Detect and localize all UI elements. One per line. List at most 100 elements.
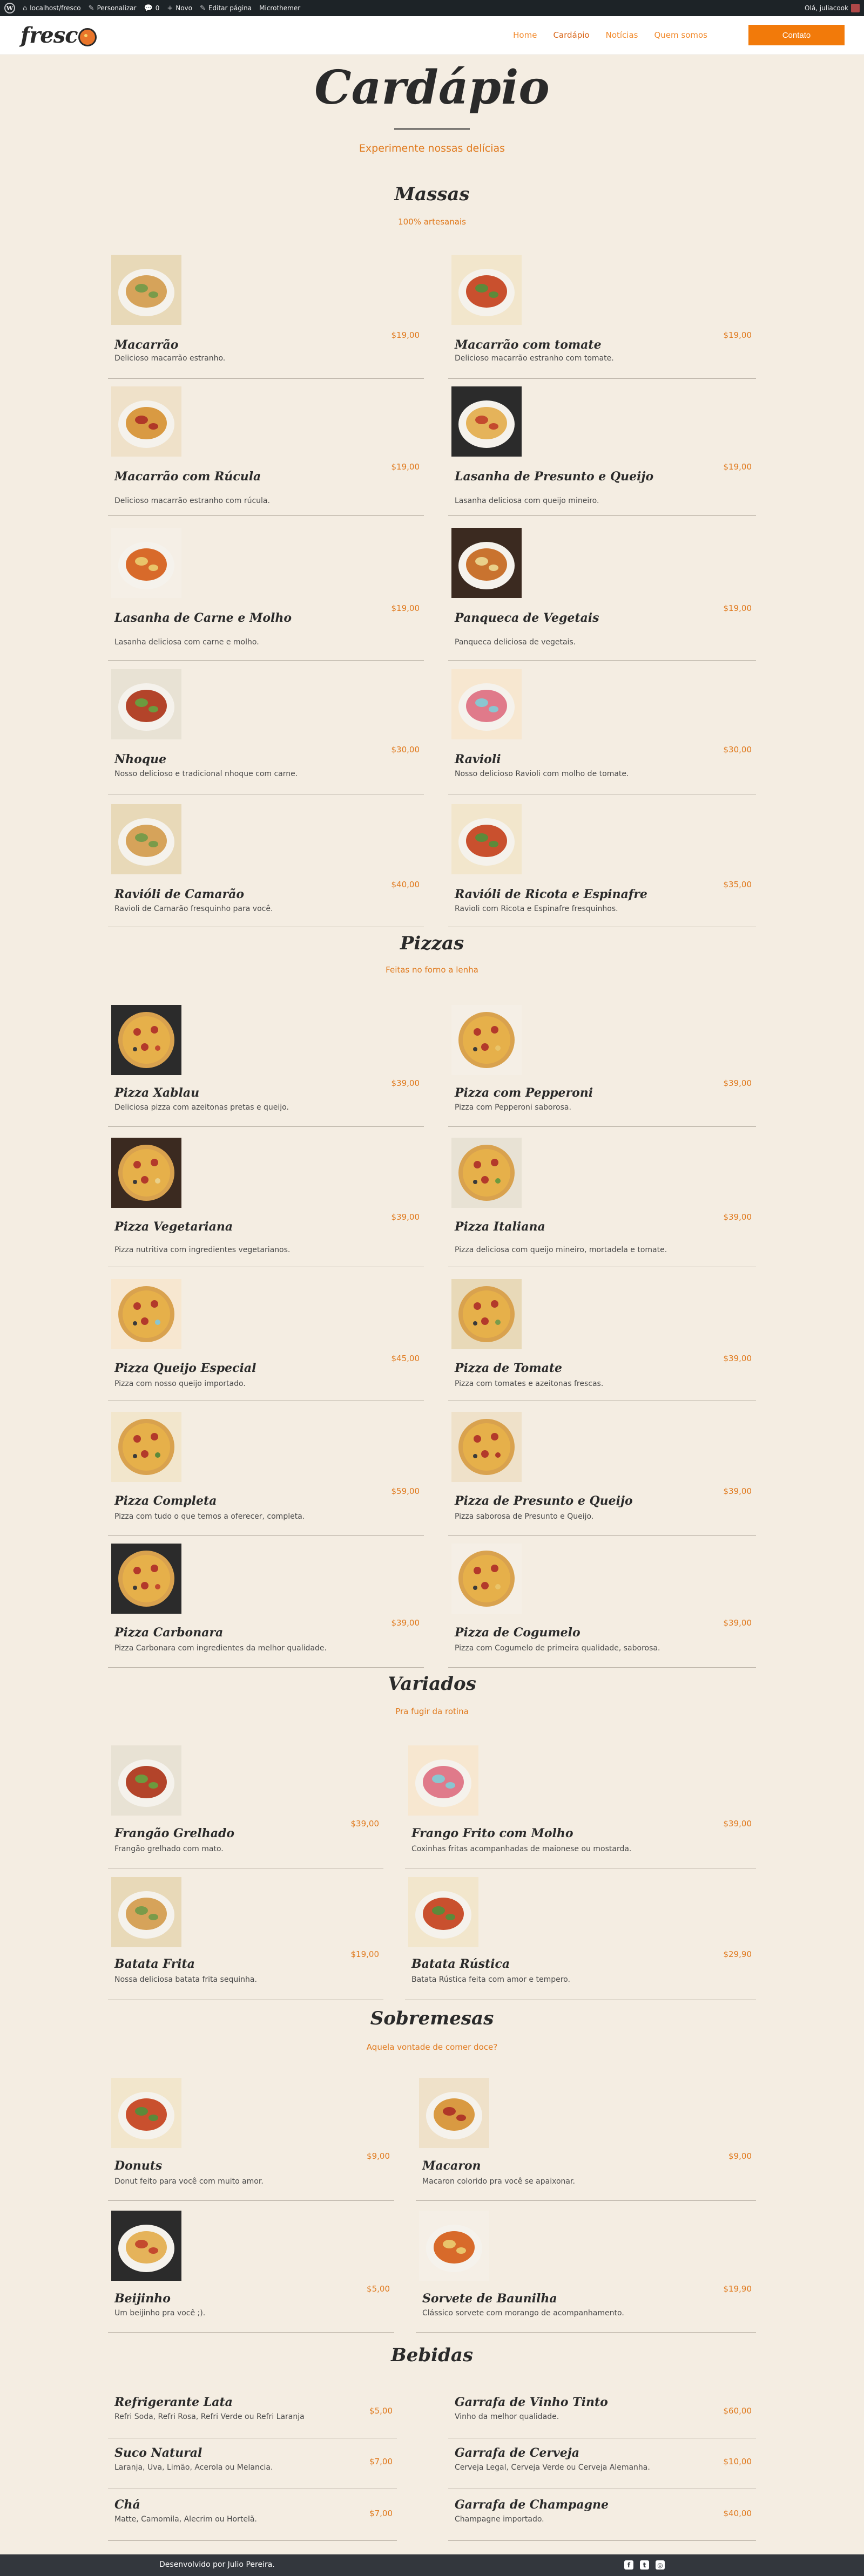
admin-account-menu[interactable]: Olá, juliacook xyxy=(805,4,860,12)
menu-item: Panqueca de Vegetais $19,00 Panqueca delic… xyxy=(448,528,756,661)
admin-site-link[interactable]: ⌂ localhost/fresco xyxy=(23,4,81,12)
menu-item: Batata Frita $19,00 Nossa deliciosa batata… xyxy=(108,1877,383,2000)
item-divider xyxy=(108,2332,394,2333)
menu-item-name: Beijinho xyxy=(114,2292,171,2306)
menu-item-description: Coxinhas fritas acompanhadas de maionese… xyxy=(411,1845,632,1853)
menu-item-name: Pizza com Pepperoni xyxy=(455,1086,593,1100)
item-divider xyxy=(108,1126,424,1127)
menu-item-photo xyxy=(408,1877,478,1947)
menu-item: Garrafa de Vinho Tinto $60,00 Vinho da mel… xyxy=(448,2395,756,2438)
wordpress-logo-icon[interactable]: W xyxy=(4,3,15,13)
admin-edit-page-link[interactable]: ✎ Editar página xyxy=(200,4,252,12)
item-divider xyxy=(416,2200,756,2201)
contact-button[interactable]: Contato xyxy=(748,25,845,45)
menu-item: Pizza Xablau $39,00 Deliciosa pizza com az… xyxy=(108,1005,424,1127)
menu-item: Ravioli $30,00 Nosso delicioso Ravioli com… xyxy=(448,669,756,794)
admin-microthemer-link[interactable]: Microthemer xyxy=(259,4,300,12)
menu-item-price: $9,00 xyxy=(728,2151,752,2161)
menu-item-price: $39,00 xyxy=(723,1078,752,1088)
menu-item-photo xyxy=(111,2211,181,2281)
social-links: f t ◎ xyxy=(624,2560,665,2570)
menu-item-description: Vinho da melhor qualidade. xyxy=(455,2412,559,2421)
admin-comments-link[interactable]: 💬 0 xyxy=(144,4,160,12)
menu-item-price: $19,00 xyxy=(723,603,752,613)
page-title: Cardápio xyxy=(314,60,550,115)
menu-item-description: Nossa deliciosa batata frita sequinha. xyxy=(114,1975,257,1984)
menu-item: Beijinho $5,00 Um beijinho pra você ;). xyxy=(108,2211,394,2333)
menu-item-photo xyxy=(419,2078,489,2148)
twitter-icon[interactable]: t xyxy=(640,2560,649,2570)
menu-item-description: Ravioli de Camarão fresquinho para você. xyxy=(114,905,273,913)
menu-item-description: Clássico sorvete com morango de acompanh… xyxy=(422,2309,624,2317)
site-footer: Desenvolvido por Julio Pereira. f t ◎ xyxy=(0,2554,864,2576)
menu-item-name: Panqueca de Vegetais xyxy=(455,611,599,625)
menu-item: Pizza de Tomate $39,00 Pizza com tomates e… xyxy=(448,1279,756,1401)
menu-item-description: Pizza com tomates e azeitonas frescas. xyxy=(455,1379,604,1388)
menu-item-description: Pizza nutritiva com ingredientes vegetar… xyxy=(114,1246,291,1254)
facebook-icon[interactable]: f xyxy=(624,2560,633,2570)
nav-cardapio[interactable]: Cardápio xyxy=(553,30,589,40)
menu-item-price: $7,00 xyxy=(369,2509,393,2518)
section-subtitle: Aquela vontade de comer doce? xyxy=(366,2042,498,2052)
menu-item-name: Pizza de Tomate xyxy=(455,1361,563,1375)
admin-bar: W ⌂ localhost/fresco ✎ Personalizar 💬 0 + No… xyxy=(0,0,864,16)
section-title: Pizzas xyxy=(400,933,464,954)
menu-item: Donuts $9,00 Donut feito para você com mui… xyxy=(108,2078,394,2201)
instagram-icon[interactable]: ◎ xyxy=(656,2560,665,2570)
menu-item-name: Chá xyxy=(114,2498,140,2512)
menu-item: Macarrão com Rúcula $19,00 Delicioso macar… xyxy=(108,386,424,516)
menu-item: Ravióli de Ricota e Espinafre $35,00 Ravio… xyxy=(448,804,756,927)
menu-item-price: $19,00 xyxy=(723,330,752,340)
menu-item-price: $5,00 xyxy=(369,2406,393,2416)
menu-item-price: $39,00 xyxy=(723,1819,752,1829)
admin-new-link[interactable]: + Novo xyxy=(167,4,192,12)
section-subtitle: Pra fugir da rotina xyxy=(395,1707,469,1716)
menu-item-photo xyxy=(451,1544,522,1614)
menu-item-description: Delicioso macarrão estranho. xyxy=(114,354,226,363)
menu-item-description: Nosso delicioso e tradicional nhoque com… xyxy=(114,770,298,778)
menu-item-photo xyxy=(111,1138,181,1208)
menu-item-price: $60,00 xyxy=(723,2406,752,2416)
section-title: Sobremesas xyxy=(370,2008,494,2029)
menu-item-description: Champagne importado. xyxy=(455,2515,544,2524)
menu-item: Garrafa de Cerveja $10,00 Cerveja Legal, C… xyxy=(448,2446,756,2489)
menu-item: Pizza com Pepperoni $39,00 Pizza com Peppe… xyxy=(448,1005,756,1127)
nav-quem-somos[interactable]: Quem somos xyxy=(654,30,707,40)
menu-item-price: $59,00 xyxy=(391,1486,420,1496)
site-logo[interactable]: fresc xyxy=(21,23,97,48)
menu-item-name: Pizza Italiana xyxy=(455,1220,545,1234)
nav-noticias[interactable]: Notícias xyxy=(606,30,638,40)
menu-item-name: Pizza de Cogumelo xyxy=(455,1626,580,1640)
menu-item-price: $39,00 xyxy=(723,1354,752,1363)
menu-item-photo xyxy=(111,255,181,325)
menu-item-price: $29,90 xyxy=(723,1949,752,1959)
menu-item: Garrafa de Champagne $40,00 Champagne impo… xyxy=(448,2498,756,2541)
avatar xyxy=(851,4,860,12)
menu-item-name: Garrafa de Champagne xyxy=(455,2498,609,2512)
menu-item-name: Refrigerante Lata xyxy=(114,2395,233,2409)
menu-item-name: Suco Natural xyxy=(114,2446,202,2460)
menu-item-description: Um beijinho pra você ;). xyxy=(114,2309,206,2317)
menu-item-name: Macarrão xyxy=(114,338,179,352)
menu-item-name: Lasanha de Carne e Molho xyxy=(114,611,292,625)
menu-item-photo xyxy=(408,1745,478,1816)
admin-customize-link[interactable]: ✎ Personalizar xyxy=(89,4,137,12)
menu-item-description: Ravioli com Ricota e Espinafre fresquinh… xyxy=(455,905,618,913)
item-divider xyxy=(448,1126,756,1127)
menu-item-photo xyxy=(451,255,522,325)
menu-item-name: Batata Frita xyxy=(114,1957,195,1971)
menu-item-description: Delicioso macarrão estranho com rúcula. xyxy=(114,497,270,505)
menu-item-photo xyxy=(111,528,181,598)
menu-item-description: Delicioso macarrão estranho com tomate. xyxy=(455,354,614,363)
menu-item-price: $39,00 xyxy=(723,1486,752,1496)
menu-item: Pizza Completa $59,00 Pizza com tudo o que… xyxy=(108,1412,424,1536)
menu-item-description: Donut feito para você com muito amor. xyxy=(114,2177,264,2186)
menu-item-photo xyxy=(111,1877,181,1947)
menu-item-photo xyxy=(111,1745,181,1816)
menu-item-description: Pizza com Pepperoni saborosa. xyxy=(455,1103,571,1112)
item-divider xyxy=(108,660,424,661)
nav-home[interactable]: Home xyxy=(513,30,537,40)
menu-item-price: $39,00 xyxy=(723,1212,752,1222)
menu-item: Pizza Vegetariana $39,00 Pizza nutritiva c… xyxy=(108,1138,424,1267)
main-nav: Home Cardápio Notícias Quem somos xyxy=(513,30,707,40)
